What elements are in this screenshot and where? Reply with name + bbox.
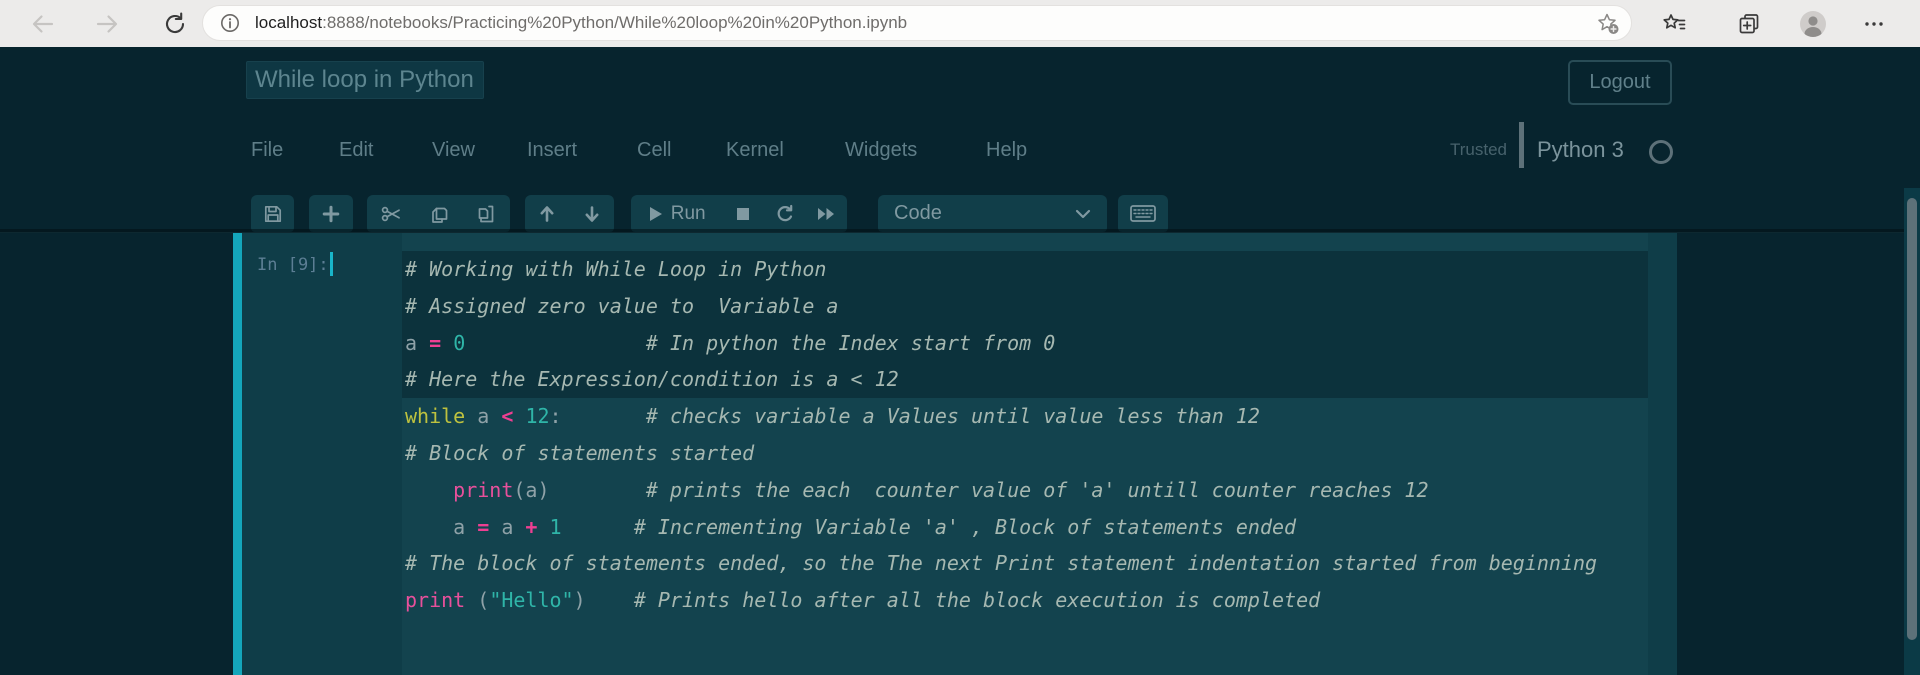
run-group: Run bbox=[631, 195, 847, 232]
settings-menu-button[interactable] bbox=[1858, 8, 1890, 40]
collections-button[interactable] bbox=[1733, 8, 1765, 40]
refresh-icon bbox=[165, 12, 185, 34]
kernel-name: Python 3 bbox=[1537, 137, 1624, 162]
code-line[interactable]: # Working with While Loop in Python bbox=[405, 251, 1597, 288]
cell-type-value: Code bbox=[894, 202, 942, 224]
cell-type-select[interactable]: Code bbox=[878, 195, 1107, 232]
browser-toolbar: localhost:8888/notebooks/Practicing%20Py… bbox=[0, 0, 1920, 47]
plus-icon bbox=[322, 205, 340, 222]
stop-icon bbox=[737, 207, 750, 220]
profile-button[interactable] bbox=[1797, 8, 1829, 40]
add-favorite-button[interactable] bbox=[1595, 11, 1621, 42]
command-palette-button[interactable] bbox=[1118, 195, 1168, 232]
refresh-button[interactable] bbox=[159, 8, 191, 40]
menu-item-file[interactable]: File bbox=[251, 139, 283, 162]
scissors-icon bbox=[381, 206, 400, 221]
back-button[interactable] bbox=[27, 8, 59, 40]
code-editor[interactable]: # Working with While Loop in Python # Ass… bbox=[402, 233, 1648, 675]
code-cell[interactable]: In [9]: # Working with While Loop in Pyt… bbox=[233, 233, 1677, 675]
arrow-up-icon bbox=[540, 205, 554, 222]
move-cell-down-button[interactable] bbox=[570, 195, 615, 232]
code-lines[interactable]: # Working with While Loop in Python # Ass… bbox=[405, 251, 1597, 619]
fast-forward-icon bbox=[818, 207, 835, 220]
run-label: Run bbox=[670, 202, 706, 224]
scrollbar-track[interactable] bbox=[1904, 188, 1920, 675]
code-line[interactable]: a = a + 1 # Incrementing Variable 'a' , … bbox=[405, 509, 1597, 546]
notebook-title[interactable]: While loop in Python bbox=[246, 61, 484, 99]
scrollbar-thumb[interactable] bbox=[1907, 198, 1917, 640]
notebook-header: While loop in Python Logout File Edit Vi… bbox=[0, 47, 1920, 233]
menu-item-view[interactable]: View bbox=[432, 139, 475, 162]
cut-copy-paste-group bbox=[367, 195, 510, 232]
back-arrow-icon bbox=[32, 15, 54, 33]
code-line[interactable]: a = 0 # In python the Index start from 0 bbox=[405, 325, 1597, 362]
code-line[interactable]: # The block of statements ended, so the … bbox=[405, 545, 1597, 582]
kernel-status-indicator bbox=[1649, 140, 1673, 164]
code-line[interactable]: # Assigned zero value to Variable a bbox=[405, 288, 1597, 325]
input-prompt: In [9]: bbox=[257, 255, 329, 275]
restart-kernel-button[interactable] bbox=[764, 195, 806, 232]
site-info-icon[interactable] bbox=[219, 12, 241, 34]
move-cell-up-button[interactable] bbox=[525, 195, 570, 232]
menu-item-edit[interactable]: Edit bbox=[339, 139, 373, 162]
menu-item-widgets[interactable]: Widgets bbox=[845, 139, 917, 162]
forward-button[interactable] bbox=[91, 8, 123, 40]
cursor-caret bbox=[330, 252, 333, 276]
save-button[interactable] bbox=[251, 195, 294, 232]
screen: localhost:8888/notebooks/Practicing%20Py… bbox=[0, 0, 1920, 675]
code-line[interactable]: while a < 12: # checks variable a Values… bbox=[405, 398, 1597, 435]
code-line[interactable]: # Here the Expression/condition is a < 1… bbox=[405, 361, 1597, 398]
keyboard-icon bbox=[1130, 205, 1156, 222]
copy-icon bbox=[431, 207, 447, 223]
chevron-down-icon bbox=[1075, 209, 1091, 218]
collections-icon bbox=[1739, 14, 1759, 34]
forward-arrow-icon bbox=[96, 15, 118, 33]
paste-icon bbox=[478, 205, 494, 222]
code-line[interactable]: # Block of statements started bbox=[405, 435, 1597, 472]
menu-item-cell[interactable]: Cell bbox=[637, 139, 671, 162]
restart-icon bbox=[777, 204, 792, 221]
menu-item-kernel[interactable]: Kernel bbox=[726, 139, 784, 162]
save-icon bbox=[264, 205, 281, 222]
insert-cell-button[interactable] bbox=[309, 195, 353, 232]
interrupt-kernel-button[interactable] bbox=[722, 195, 764, 232]
trusted-badge: Trusted bbox=[1450, 140, 1508, 159]
menu-item-insert[interactable]: Insert bbox=[527, 139, 577, 162]
run-button[interactable]: Run bbox=[631, 195, 722, 232]
url-path: :8888/notebooks/Practicing%20Python/Whil… bbox=[322, 13, 908, 32]
code-line[interactable]: print(a) # prints the each counter value… bbox=[405, 472, 1597, 509]
url-host: localhost bbox=[255, 13, 323, 32]
address-bar[interactable]: localhost:8888/notebooks/Practicing%20Py… bbox=[202, 5, 1632, 41]
ellipsis-icon bbox=[1865, 22, 1883, 26]
kernel-separator bbox=[1519, 122, 1524, 168]
move-cell-group bbox=[525, 195, 614, 232]
restart-run-all-button[interactable] bbox=[805, 195, 847, 232]
favorites-button[interactable] bbox=[1658, 8, 1690, 40]
copy-button[interactable] bbox=[415, 195, 463, 232]
cut-button[interactable] bbox=[367, 195, 415, 232]
paste-button[interactable] bbox=[462, 195, 510, 232]
code-line[interactable]: print ("Hello") # Prints hello after all… bbox=[405, 582, 1597, 619]
url-text[interactable]: localhost:8888/notebooks/Practicing%20Py… bbox=[255, 13, 907, 33]
logout-button[interactable]: Logout bbox=[1568, 60, 1672, 105]
play-icon bbox=[649, 206, 662, 221]
menu-item-help[interactable]: Help bbox=[986, 139, 1027, 162]
avatar-icon bbox=[1800, 11, 1826, 37]
favorites-star-icon bbox=[1663, 14, 1686, 30]
star-plus-icon bbox=[1598, 13, 1619, 34]
arrow-down-icon bbox=[585, 205, 599, 222]
